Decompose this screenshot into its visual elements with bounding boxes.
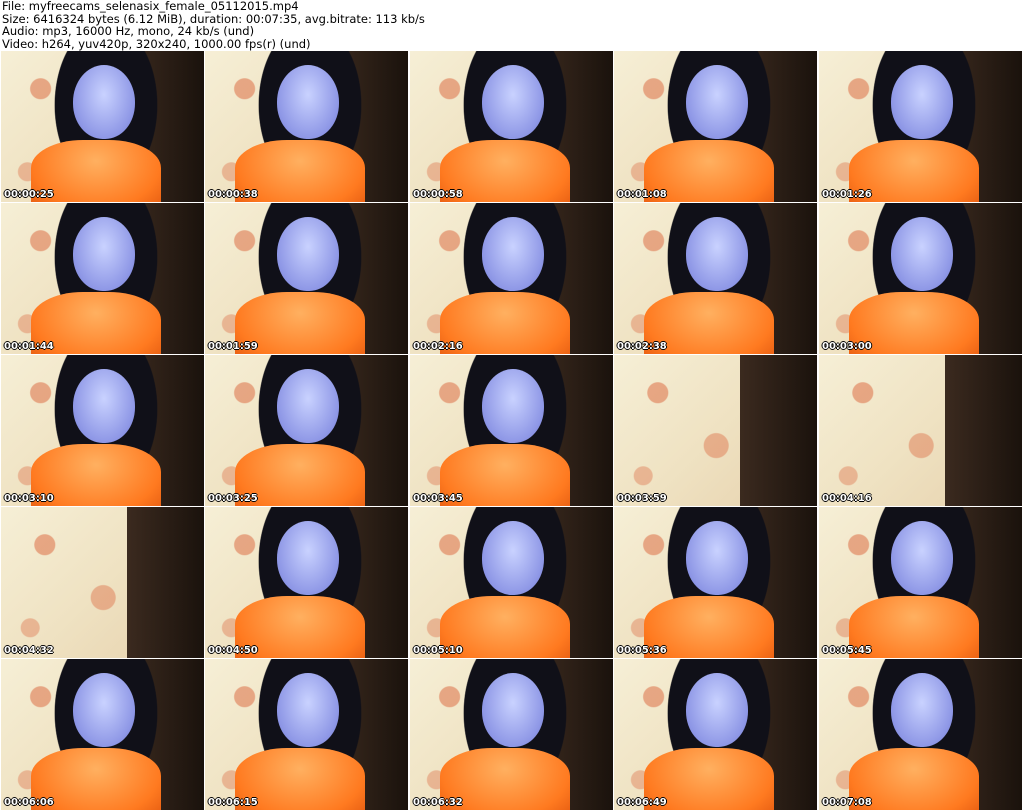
frame-timestamp: 00:06:49 bbox=[617, 797, 667, 808]
thumbnail-grid: 00:00:25 00:00:38 00:00:58 00:01:08 00:01:26… bbox=[1, 51, 1023, 811]
frame-timestamp: 00:06:32 bbox=[413, 797, 463, 808]
audio-info-line: Audio: mp3, 16000 Hz, mono, 24 kb/s (und… bbox=[2, 24, 255, 38]
video-frame-thumbnail: 00:03:59 bbox=[614, 355, 817, 506]
file-info-header: File: myfreecams_selenasix_female_051120… bbox=[2, 0, 1022, 50]
frame-timestamp: 00:01:59 bbox=[208, 341, 258, 352]
file-name-line: File: myfreecams_selenasix_female_051120… bbox=[2, 0, 299, 13]
video-frame-thumbnail: 00:03:00 bbox=[819, 203, 1022, 354]
video-frame-thumbnail: 00:00:58 bbox=[410, 51, 613, 202]
video-frame-thumbnail: 00:03:45 bbox=[410, 355, 613, 506]
frame-timestamp: 00:06:06 bbox=[4, 797, 54, 808]
video-info-line: Video: h264, yuv420p, 320x240, 1000.00 f… bbox=[2, 36, 311, 51]
frame-timestamp: 00:04:16 bbox=[822, 493, 872, 504]
frame-timestamp: 00:07:08 bbox=[822, 797, 872, 808]
video-frame-thumbnail: 00:02:16 bbox=[410, 203, 613, 354]
frame-timestamp: 00:04:50 bbox=[208, 645, 258, 656]
frame-timestamp: 00:06:15 bbox=[208, 797, 258, 808]
video-frame-thumbnail: 00:06:49 bbox=[614, 659, 817, 810]
frame-timestamp: 00:00:58 bbox=[413, 189, 463, 200]
video-frame-thumbnail: 00:01:59 bbox=[205, 203, 408, 354]
video-frame-thumbnail: 00:01:08 bbox=[614, 51, 817, 202]
frame-timestamp: 00:05:10 bbox=[413, 645, 463, 656]
frame-timestamp: 00:01:08 bbox=[617, 189, 667, 200]
frame-timestamp: 00:00:25 bbox=[4, 189, 54, 200]
video-frame-thumbnail: 00:07:08 bbox=[819, 659, 1022, 810]
frame-timestamp: 00:05:45 bbox=[822, 645, 872, 656]
video-frame-thumbnail: 00:04:50 bbox=[205, 507, 408, 658]
video-frame-thumbnail: 00:04:32 bbox=[1, 507, 204, 658]
video-frame-thumbnail: 00:06:06 bbox=[1, 659, 204, 810]
video-frame-thumbnail: 00:00:38 bbox=[205, 51, 408, 202]
video-frame-thumbnail: 00:05:36 bbox=[614, 507, 817, 658]
video-frame-thumbnail: 00:01:44 bbox=[1, 203, 204, 354]
frame-timestamp: 00:05:36 bbox=[617, 645, 667, 656]
frame-timestamp: 00:03:45 bbox=[413, 493, 463, 504]
frame-timestamp: 00:03:10 bbox=[4, 493, 54, 504]
frame-timestamp: 00:02:38 bbox=[617, 341, 667, 352]
video-frame-thumbnail: 00:02:38 bbox=[614, 203, 817, 354]
video-frame-thumbnail: 00:06:32 bbox=[410, 659, 613, 810]
frame-timestamp: 00:01:26 bbox=[822, 189, 872, 200]
video-frame-thumbnail: 00:05:45 bbox=[819, 507, 1022, 658]
frame-timestamp: 00:03:00 bbox=[822, 341, 872, 352]
frame-timestamp: 00:03:59 bbox=[617, 493, 667, 504]
frame-timestamp: 00:01:44 bbox=[4, 341, 54, 352]
video-frame-thumbnail: 00:05:10 bbox=[410, 507, 613, 658]
video-frame-thumbnail: 00:01:26 bbox=[819, 51, 1022, 202]
frame-timestamp: 00:00:38 bbox=[208, 189, 258, 200]
frame-timestamp: 00:03:25 bbox=[208, 493, 258, 504]
video-frame-thumbnail: 00:03:10 bbox=[1, 355, 204, 506]
video-frame-thumbnail: 00:03:25 bbox=[205, 355, 408, 506]
video-frame-thumbnail: 00:00:25 bbox=[1, 51, 204, 202]
frame-timestamp: 00:02:16 bbox=[413, 341, 463, 352]
video-frame-thumbnail: 00:06:15 bbox=[205, 659, 408, 810]
video-frame-thumbnail: 00:04:16 bbox=[819, 355, 1022, 506]
frame-timestamp: 00:04:32 bbox=[4, 645, 54, 656]
